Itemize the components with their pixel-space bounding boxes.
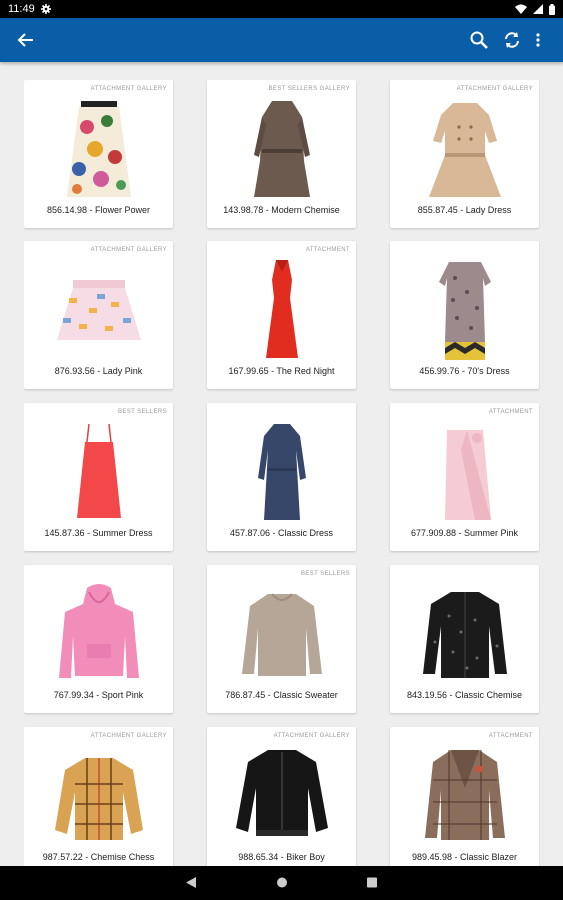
nav-recents-icon[interactable] (366, 876, 378, 889)
product-tag: ATTACHMENT GALLERY (90, 247, 167, 253)
product-tag: BEST SELLERS (117, 409, 167, 415)
product-card[interactable]: BEST SELLERS 786.87.45 - Classic Sweater (207, 565, 356, 713)
product-tag: BEST SELLERS (300, 571, 350, 577)
product-tag: ATTACHMENT GALLERY (90, 86, 167, 92)
more-vert-icon[interactable] (533, 30, 543, 50)
product-card[interactable]: ATTACHMENT 167.99.65 - The Red Night (207, 241, 356, 389)
nav-bar (0, 866, 563, 900)
product-image (266, 260, 298, 358)
app-bar (0, 18, 563, 62)
product-image (423, 592, 507, 678)
product-tag: BEST SELLERS GALLERY (268, 86, 350, 92)
product-image (236, 750, 328, 836)
status-bar: 11:49 (0, 0, 563, 18)
product-card[interactable]: ATTACHMENT 989.45.98 - Classic Blazer (390, 727, 539, 866)
product-caption: 677.909.88 - Summer Pink (410, 528, 519, 538)
product-caption: 855.87.45 - Lady Dress (417, 205, 512, 215)
product-image (445, 430, 491, 520)
product-tag: ATTACHMENT GALLERY (456, 86, 533, 92)
product-card[interactable]: BEST SELLERS 145.87.36 - Summer Dress (24, 403, 173, 551)
battery-icon (549, 3, 555, 15)
product-tag: ATTACHMENT GALLERY (273, 733, 350, 739)
product-caption: 457.87.06 - Classic Dress (229, 528, 334, 538)
product-caption: 786.87.45 - Classic Sweater (225, 690, 338, 700)
product-image (77, 423, 121, 518)
settings-icon (40, 4, 51, 14)
product-image (425, 750, 505, 840)
product-image (429, 103, 501, 197)
product-caption: 856.14.98 - Flower Power (46, 205, 151, 215)
product-card[interactable]: 767.99.34 - Sport Pink (24, 565, 173, 713)
product-card[interactable]: ATTACHMENT GALLERY 987.57.22 - Chemise Ch… (24, 727, 173, 866)
sync-icon[interactable] (502, 30, 522, 50)
product-card[interactable]: 843.19.56 - Classic Chemise (390, 565, 539, 713)
wifi-icon (515, 4, 527, 14)
product-card[interactable]: ATTACHMENT 677.909.88 - Summer Pink (390, 403, 539, 551)
nav-home-icon[interactable] (276, 876, 288, 889)
product-caption: 456.99.76 - 70's Dress (419, 366, 510, 376)
signal-icon (533, 4, 543, 14)
product-tag: ATTACHMENT (488, 409, 533, 415)
product-card[interactable]: BEST SELLERS GALLERY 143.98.78 - Modern C… (207, 80, 356, 228)
product-caption: 987.57.22 - Chemise Chess (42, 852, 155, 862)
product-image (258, 424, 306, 520)
product-image (57, 280, 141, 340)
product-grid: ATTACHMENT GALLERY 856.14.98 - Flower Pow… (24, 80, 540, 866)
product-caption: 143.98.78 - Modern Chemise (223, 205, 340, 215)
product-card[interactable]: ATTACHMENT GALLERY 855.87.45 - Lady Dress (390, 80, 539, 228)
product-card[interactable]: 457.87.06 - Classic Dress (207, 403, 356, 551)
product-caption: 843.19.56 - Classic Chemise (406, 690, 523, 700)
product-caption: 989.45.98 - Classic Blazer (411, 852, 518, 862)
product-tag: ATTACHMENT (488, 733, 533, 739)
arrow-back-icon[interactable] (16, 30, 36, 50)
nav-back-icon[interactable] (185, 876, 197, 889)
product-caption: 767.99.34 - Sport Pink (53, 690, 144, 700)
product-card[interactable]: 456.99.76 - 70's Dress (390, 241, 539, 389)
product-caption: 988.65.34 - Biker Boy (238, 852, 325, 862)
product-image (439, 262, 491, 360)
product-card[interactable]: ATTACHMENT GALLERY 988.65.34 - Biker Boy (207, 727, 356, 866)
product-card[interactable]: ATTACHMENT GALLERY 856.14.98 - Flower Pow… (24, 80, 173, 228)
product-image (67, 101, 131, 197)
product-tag: ATTACHMENT GALLERY (90, 733, 167, 739)
product-card[interactable]: ATTACHMENT GALLERY 876.93.56 - Lady Pink (24, 241, 173, 389)
product-image (254, 101, 310, 197)
search-icon[interactable] (469, 30, 489, 50)
product-caption: 145.87.36 - Summer Dress (44, 528, 153, 538)
product-caption: 167.99.65 - The Red Night (228, 366, 335, 376)
status-time: 11:49 (8, 3, 35, 15)
product-tag: ATTACHMENT (305, 247, 350, 253)
product-image (242, 593, 322, 676)
product-image (55, 758, 143, 840)
product-caption: 876.93.56 - Lady Pink (54, 366, 143, 376)
product-image (59, 584, 139, 678)
